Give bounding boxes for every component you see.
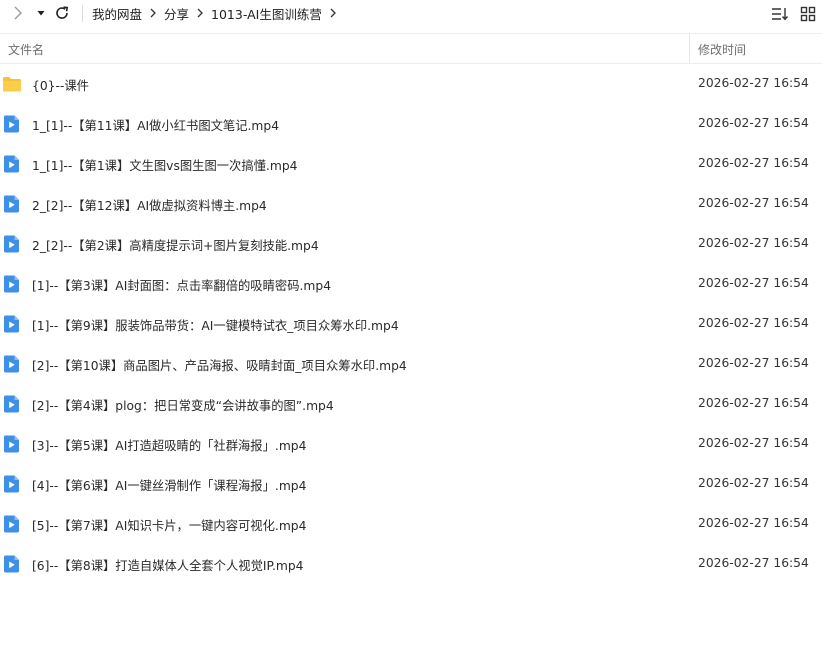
file-modified-time: 2026-02-27 16:54	[698, 396, 809, 410]
file-name[interactable]: 2_[2]--【第12课】AI做虚拟资料博主.mp4	[32, 196, 267, 214]
video-file-icon	[2, 394, 22, 414]
toolbar-divider	[82, 5, 83, 22]
file-row[interactable]: [3]--【第5课】AI打造超吸睛的「社群海报」.mp4 2026-02-27 1…	[0, 424, 822, 464]
video-file-icon	[2, 514, 22, 534]
video-file-icon	[2, 354, 22, 374]
file-name[interactable]: [5]--【第7课】AI知识卡片，一键内容可视化.mp4	[32, 516, 306, 534]
column-header: 文件名 修改时间	[0, 33, 822, 64]
file-modified-time: 2026-02-27 16:54	[698, 236, 809, 250]
file-name[interactable]: [2]--【第4课】plog：把日常变成“会讲故事的图”.mp4	[32, 396, 334, 414]
file-modified-time: 2026-02-27 16:54	[698, 476, 809, 490]
video-file-icon	[2, 314, 22, 334]
video-file-icon	[2, 274, 22, 294]
file-name[interactable]: 1_[1]--【第11课】AI做小红书图文笔记.mp4	[32, 116, 279, 134]
file-row[interactable]: [6]--【第8课】打造自媒体人全套个人视觉IP.mp4 2026-02-27 1…	[0, 544, 822, 584]
sort-icon[interactable]	[770, 4, 790, 24]
toolbar: 我的网盘 分享 1013-AI生图训练营	[0, 0, 822, 28]
chevron-right-icon	[196, 8, 204, 18]
file-row[interactable]: [1]--【第9课】服装饰品带货：AI一键模特试衣_项目众筹水印.mp4 2026…	[0, 304, 822, 344]
video-file-icon	[2, 554, 22, 574]
file-row[interactable]: 1_[1]--【第11课】AI做小红书图文笔记.mp4 2026-02-27 16…	[0, 104, 822, 144]
file-name[interactable]: 1_[1]--【第1课】文生图vs图生图一次搞懂.mp4	[32, 156, 297, 174]
column-header-modified-time[interactable]: 修改时间	[698, 41, 746, 58]
video-file-icon	[2, 234, 22, 254]
file-modified-time: 2026-02-27 16:54	[698, 156, 809, 170]
file-name[interactable]: [6]--【第8课】打造自媒体人全套个人视觉IP.mp4	[32, 556, 304, 574]
file-row[interactable]: 2_[2]--【第12课】AI做虚拟资料博主.mp4 2026-02-27 16:…	[0, 184, 822, 224]
video-file-icon	[2, 194, 22, 214]
file-row[interactable]: [2]--【第4课】plog：把日常变成“会讲故事的图”.mp4 2026-02-…	[0, 384, 822, 424]
file-modified-time: 2026-02-27 16:54	[698, 116, 809, 130]
file-modified-time: 2026-02-27 16:54	[698, 516, 809, 530]
file-modified-time: 2026-02-27 16:54	[698, 356, 809, 370]
video-file-icon	[2, 114, 22, 134]
column-resize-handle[interactable]	[689, 34, 690, 63]
breadcrumb-item-my-drive[interactable]: 我的网盘	[92, 4, 142, 23]
chevron-right-icon	[149, 8, 157, 18]
file-name[interactable]: [1]--【第9课】服装饰品带货：AI一键模特试衣_项目众筹水印.mp4	[32, 316, 399, 334]
folder-row[interactable]: {0}--课件 2026-02-27 16:54	[0, 64, 822, 104]
file-row[interactable]: [4]--【第6课】AI一键丝滑制作「课程海报」.mp4 2026-02-27 1…	[0, 464, 822, 504]
column-header-name[interactable]: 文件名	[8, 41, 44, 58]
file-name[interactable]: [4]--【第6课】AI一键丝滑制作「课程海报」.mp4	[32, 476, 306, 494]
file-modified-time: 2026-02-27 16:54	[698, 196, 809, 210]
video-file-icon	[2, 154, 22, 174]
folder-icon	[2, 74, 22, 94]
file-modified-time: 2026-02-27 16:54	[698, 276, 809, 290]
file-modified-time: 2026-02-27 16:54	[698, 556, 809, 570]
file-name[interactable]: [1]--【第3课】AI封面图：点击率翻倍的吸睛密码.mp4	[32, 276, 331, 294]
file-row[interactable]: [2]--【第10课】商品图片、产品海报、吸睛封面_项目众筹水印.mp4 2026…	[0, 344, 822, 384]
file-row[interactable]: [5]--【第7课】AI知识卡片，一键内容可视化.mp4 2026-02-27 1…	[0, 504, 822, 544]
file-row[interactable]: 1_[1]--【第1课】文生图vs图生图一次搞懂.mp4 2026-02-27 1…	[0, 144, 822, 184]
file-name[interactable]: [3]--【第5课】AI打造超吸睛的「社群海报」.mp4	[32, 436, 306, 454]
file-browser: 我的网盘 分享 1013-AI生图训练营 文件名 修改时间 {0}--课件 20…	[0, 0, 822, 665]
breadcrumb: 我的网盘 分享 1013-AI生图训练营	[92, 0, 344, 26]
video-file-icon	[2, 474, 22, 494]
file-modified-time: 2026-02-27 16:54	[698, 436, 809, 450]
grid-view-icon[interactable]	[798, 4, 818, 24]
file-modified-time: 2026-02-27 16:54	[698, 76, 809, 90]
file-row[interactable]: 2_[2]--【第2课】高精度提示词+图片复刻技能.mp4 2026-02-27 …	[0, 224, 822, 264]
file-row[interactable]: [1]--【第3课】AI封面图：点击率翻倍的吸睛密码.mp4 2026-02-27…	[0, 264, 822, 304]
chevron-right-icon[interactable]	[329, 8, 337, 18]
file-name[interactable]: 2_[2]--【第2课】高精度提示词+图片复刻技能.mp4	[32, 236, 319, 254]
video-file-icon	[2, 434, 22, 454]
dropdown-caret-icon[interactable]	[30, 2, 52, 24]
file-name[interactable]: {0}--课件	[32, 76, 89, 94]
forward-chevron-icon[interactable]	[7, 2, 29, 24]
refresh-icon[interactable]	[51, 2, 73, 24]
file-modified-time: 2026-02-27 16:54	[698, 316, 809, 330]
breadcrumb-item-share[interactable]: 分享	[164, 4, 189, 23]
file-name[interactable]: [2]--【第10课】商品图片、产品海报、吸睛封面_项目众筹水印.mp4	[32, 356, 407, 374]
breadcrumb-item-current-folder[interactable]: 1013-AI生图训练营	[211, 4, 322, 23]
file-list: {0}--课件 2026-02-27 16:54 1_[1]--【第11课】AI做小…	[0, 64, 822, 584]
